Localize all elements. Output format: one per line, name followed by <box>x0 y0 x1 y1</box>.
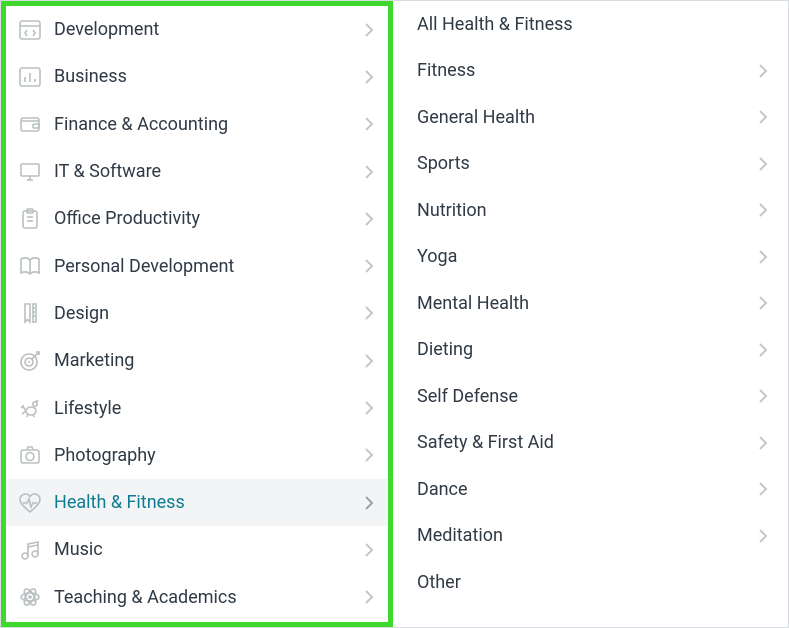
chevron-right-icon <box>364 69 374 85</box>
category-item-photography[interactable]: Photography <box>6 432 388 479</box>
menu-item-label: Design <box>54 303 364 324</box>
subcategory-item-fitness[interactable]: Fitness <box>393 48 788 95</box>
book-open-icon <box>18 254 54 278</box>
menu-item-label: Business <box>54 66 364 87</box>
menu-item-label: Mental Health <box>417 293 758 314</box>
menu-item-label: Photography <box>54 445 364 466</box>
menu-item-label: Development <box>54 19 364 40</box>
category-item-teaching-academics[interactable]: Teaching & Academics <box>6 574 388 621</box>
menu-item-label: Teaching & Academics <box>54 587 364 608</box>
menu-item-label: Fitness <box>417 60 758 81</box>
category-item-office-productivity[interactable]: Office Productivity <box>6 195 388 242</box>
menu-item-label: Health & Fitness <box>54 492 364 513</box>
category-item-lifestyle[interactable]: Lifestyle <box>6 384 388 431</box>
code-window-icon <box>18 18 54 42</box>
chevron-right-icon <box>758 109 768 125</box>
atom-icon <box>18 585 54 609</box>
clipboard-icon <box>18 207 54 231</box>
chevron-right-icon <box>364 542 374 558</box>
category-item-development[interactable]: Development <box>6 6 388 53</box>
chevron-right-icon <box>364 400 374 416</box>
category-menu-secondary: All Health & Fitness Fitness General Healt… <box>393 1 788 627</box>
category-item-business[interactable]: Business <box>6 53 388 100</box>
chevron-right-icon <box>758 388 768 404</box>
camera-icon <box>18 443 54 467</box>
menu-item-label: Safety & First Aid <box>417 432 758 453</box>
subcategory-item-general-health[interactable]: General Health <box>393 94 788 141</box>
chevron-right-icon <box>364 22 374 38</box>
chevron-right-icon <box>364 495 374 511</box>
chevron-right-icon <box>364 211 374 227</box>
category-item-marketing[interactable]: Marketing <box>6 337 388 384</box>
category-item-health-fitness[interactable]: Health & Fitness <box>6 479 388 526</box>
bar-chart-icon <box>18 65 54 89</box>
monitor-icon <box>18 160 54 184</box>
pet-icon <box>18 396 54 420</box>
category-flyout-menu: Development Business Finance & Accounting I… <box>0 0 789 628</box>
subcategory-item-dance[interactable]: Dance <box>393 466 788 513</box>
menu-item-label: Marketing <box>54 350 364 371</box>
target-icon <box>18 349 54 373</box>
pencil-ruler-icon <box>18 301 54 325</box>
subcategory-item-sports[interactable]: Sports <box>393 141 788 188</box>
chevron-right-icon <box>758 63 768 79</box>
chevron-right-icon <box>364 164 374 180</box>
category-menu-primary: Development Business Finance & Accounting I… <box>1 1 393 627</box>
chevron-right-icon <box>758 342 768 358</box>
subcategory-item-mental-health[interactable]: Mental Health <box>393 280 788 327</box>
music-note-icon <box>18 538 54 562</box>
subcategory-item-yoga[interactable]: Yoga <box>393 234 788 281</box>
subcategory-item-other[interactable]: Other <box>393 559 788 606</box>
subcategory-item-self-defense[interactable]: Self Defense <box>393 373 788 420</box>
subcategory-item-dieting[interactable]: Dieting <box>393 327 788 374</box>
chevron-right-icon <box>758 435 768 451</box>
subcategory-item-safety-first-aid[interactable]: Safety & First Aid <box>393 420 788 467</box>
category-item-music[interactable]: Music <box>6 526 388 573</box>
chevron-right-icon <box>758 528 768 544</box>
menu-item-label: Dieting <box>417 339 758 360</box>
subcategory-item-nutrition[interactable]: Nutrition <box>393 187 788 234</box>
chevron-right-icon <box>758 295 768 311</box>
menu-item-label: Nutrition <box>417 200 758 221</box>
menu-item-label: Office Productivity <box>54 208 364 229</box>
menu-item-label: All Health & Fitness <box>417 14 768 35</box>
menu-item-label: Other <box>417 572 768 593</box>
chevron-right-icon <box>364 447 374 463</box>
chevron-right-icon <box>364 258 374 274</box>
category-item-finance-accounting[interactable]: Finance & Accounting <box>6 101 388 148</box>
chevron-right-icon <box>758 202 768 218</box>
chevron-right-icon <box>758 156 768 172</box>
menu-item-label: Dance <box>417 479 758 500</box>
chevron-right-icon <box>364 589 374 605</box>
menu-item-label: Yoga <box>417 246 758 267</box>
chevron-right-icon <box>364 353 374 369</box>
menu-item-label: General Health <box>417 107 758 128</box>
subcategory-item-meditation[interactable]: Meditation <box>393 513 788 560</box>
menu-item-label: Self Defense <box>417 386 758 407</box>
chevron-right-icon <box>758 249 768 265</box>
menu-item-label: Sports <box>417 153 758 174</box>
wallet-icon <box>18 112 54 136</box>
menu-item-label: Personal Development <box>54 256 364 277</box>
menu-item-label: IT & Software <box>54 161 364 182</box>
heart-pulse-icon <box>18 491 54 515</box>
category-item-it-software[interactable]: IT & Software <box>6 148 388 195</box>
category-item-personal-development[interactable]: Personal Development <box>6 242 388 289</box>
chevron-right-icon <box>364 305 374 321</box>
menu-item-label: Meditation <box>417 525 758 546</box>
chevron-right-icon <box>364 116 374 132</box>
menu-item-label: Music <box>54 539 364 560</box>
chevron-right-icon <box>758 481 768 497</box>
category-item-design[interactable]: Design <box>6 290 388 337</box>
menu-item-label: Lifestyle <box>54 398 364 419</box>
subcategory-item-all-health-fitness[interactable]: All Health & Fitness <box>393 1 788 48</box>
menu-item-label: Finance & Accounting <box>54 114 364 135</box>
